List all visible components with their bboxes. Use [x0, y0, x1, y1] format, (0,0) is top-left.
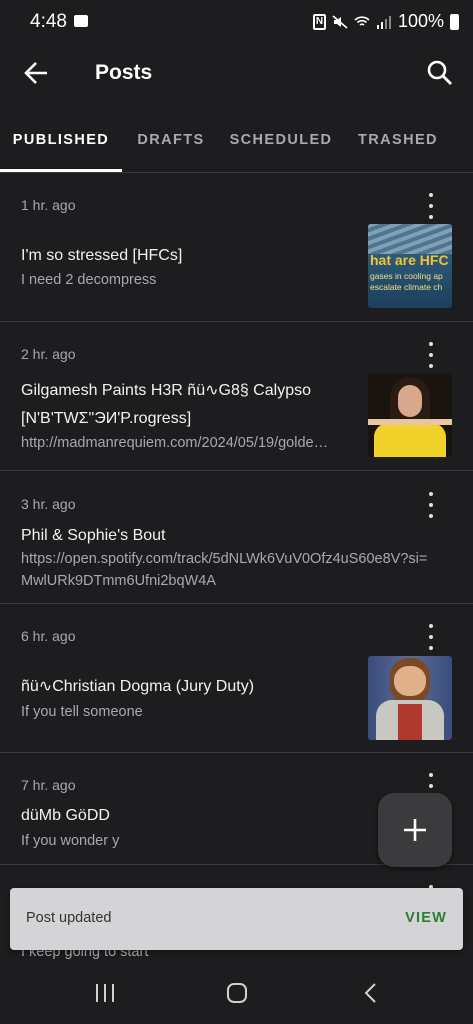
wifi-icon: [354, 15, 370, 26]
back-nav-icon[interactable]: [360, 982, 382, 1004]
post-thumbnail: [368, 656, 452, 740]
system-nav-bar: [0, 962, 473, 1024]
app-bar: Posts: [0, 44, 473, 104]
page-title: Posts: [95, 61, 153, 84]
list-item[interactable]: 3 hr. ago Phil & Sophie's Bout https://o…: [0, 470, 473, 604]
thumbnail-caption: gases in cooling ap escalate climate ch: [370, 271, 443, 292]
more-vert-icon[interactable]: [421, 342, 441, 368]
status-icons: N 100%: [312, 11, 459, 32]
tab-trashed[interactable]: TRASHED: [344, 116, 452, 169]
list-item[interactable]: 1 hr. ago I'm so stressed [HFCs] I need …: [0, 173, 473, 322]
post-title: I'm so stressed [HFCs]: [21, 247, 183, 264]
mute-icon: [332, 14, 348, 29]
arrow-back-icon[interactable]: [22, 58, 52, 88]
post-time: 6 hr. ago: [21, 628, 76, 644]
status-bar: 4:48 N 100%: [0, 0, 473, 44]
post-time: 2 hr. ago: [21, 346, 76, 362]
more-vert-icon[interactable]: [421, 624, 441, 650]
post-title: düMb GöDD: [21, 807, 110, 824]
signal-icon: [376, 15, 391, 29]
more-vert-icon[interactable]: [421, 193, 441, 219]
plus-icon: [404, 819, 426, 841]
photo-icon: [74, 15, 88, 27]
post-title: Gilgamesh Paints H3R ñü∿G8§ Calypso [N'B…: [21, 382, 311, 427]
search-icon[interactable]: [425, 58, 455, 88]
battery-percent: 100%: [397, 11, 444, 31]
post-thumbnail: [368, 373, 452, 457]
tab-drafts[interactable]: DRAFTS: [124, 116, 218, 169]
tab-published[interactable]: PUBLISHED: [0, 116, 122, 172]
post-time: 3 hr. ago: [21, 496, 76, 512]
post-excerpt: If you tell someone: [21, 704, 143, 720]
nfc-icon: N: [312, 13, 326, 30]
snackbar-message: Post updated: [26, 910, 112, 926]
post-excerpt: http://madmanrequiem.com/2024/05/19/gold…: [21, 435, 329, 451]
more-vert-icon[interactable]: [421, 492, 441, 518]
snackbar-view-button[interactable]: VIEW: [405, 910, 447, 926]
post-excerpt: https://open.spotify.com/track/5dNLWk6Vu…: [21, 551, 428, 589]
post-excerpt: If you wonder y: [21, 833, 120, 849]
post-time: 1 hr. ago: [21, 197, 76, 213]
recents-icon[interactable]: [94, 982, 116, 1004]
post-thumbnail: hat are HFC gases in cooling ap escalate…: [368, 224, 452, 308]
add-post-button[interactable]: [378, 793, 452, 867]
list-item[interactable]: 2 hr. ago Gilgamesh Paints H3R ñü∿G8§ Ca…: [0, 321, 473, 471]
post-title: Phil & Sophie's Bout: [21, 527, 166, 544]
post-excerpt: I need 2 decompress: [21, 272, 157, 288]
thumbnail-headline: hat are HFC: [370, 252, 449, 268]
post-title: ñü∿Christian Dogma (Jury Duty): [21, 678, 255, 695]
tab-bar: PUBLISHED DRAFTS SCHEDULED TRASHED: [0, 116, 473, 173]
snackbar: Post updated VIEW: [10, 888, 463, 950]
battery-icon: [450, 13, 459, 30]
post-time: 7 hr. ago: [21, 777, 76, 793]
tab-scheduled[interactable]: SCHEDULED: [222, 116, 340, 169]
list-item[interactable]: 6 hr. ago ñü∿Christian Dogma (Jury Duty)…: [0, 603, 473, 753]
home-icon[interactable]: [226, 982, 248, 1004]
status-time: 4:48: [30, 11, 67, 32]
